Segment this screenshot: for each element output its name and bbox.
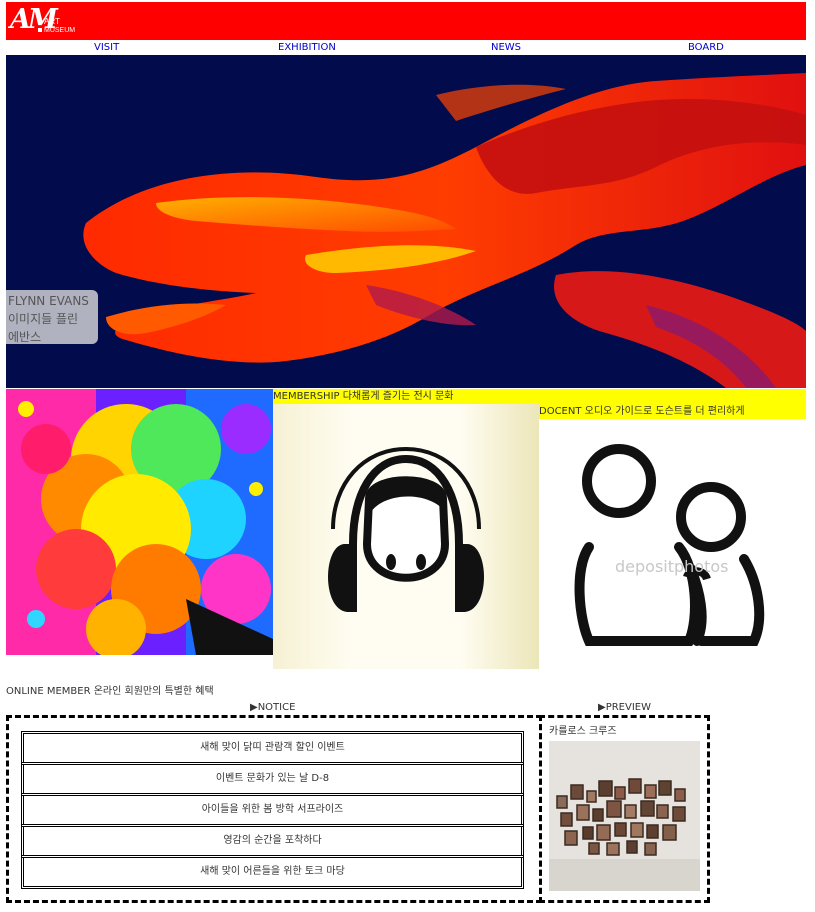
hero-paint-artwork xyxy=(83,73,806,388)
docent-tile[interactable]: depositphotos xyxy=(539,419,806,669)
hero-banner[interactable]: FLYNN EVANS 이미지들 플린 에반스 xyxy=(6,55,806,388)
preview-caption: 카를로스 크루즈 xyxy=(549,726,617,737)
nav-item-exhibition[interactable]: EXHIBITION xyxy=(278,41,336,54)
nav-item-visit[interactable]: VISIT xyxy=(94,41,119,54)
main-nav: VISIT EXHIBITION NEWS BOARD xyxy=(6,40,806,55)
hero-caption-line1: FLYNN EVANS xyxy=(8,294,89,308)
docent-label[interactable]: DOCENT 오디오 가이드로 도슨트를 더 편리하게 xyxy=(539,404,806,419)
notice-title[interactable]: ▶NOTICE xyxy=(250,701,295,715)
notice-item[interactable]: 아이들을 위한 봄 방학 서프라이즈 xyxy=(21,793,524,827)
hero-caption-line2: 이미지들 플린 xyxy=(8,312,79,326)
preview-image[interactable] xyxy=(549,741,700,891)
hero-caption: FLYNN EVANS 이미지들 플린 에반스 xyxy=(6,290,98,344)
notice-panel: 새해 맞이 닭띠 관람객 할인 이벤트 이벤트 문화가 있는 날 D-8 아이들… xyxy=(6,715,542,903)
notice-item[interactable]: 이벤트 문화가 있는 날 D-8 xyxy=(21,762,524,796)
docent-people-icon xyxy=(574,444,765,646)
hero-caption-line3: 에반스 xyxy=(8,330,42,344)
notice-item[interactable]: 새해 맞이 닭띠 관람객 할인 이벤트 xyxy=(21,731,524,765)
nav-item-board[interactable]: BOARD xyxy=(688,41,724,54)
membership-label[interactable]: MEMBERSHIP 다채롭게 즐기는 전시 문화 xyxy=(273,389,806,404)
logo-text-art: ART xyxy=(44,17,60,26)
color-splash-image xyxy=(6,389,273,655)
depositphotos-watermark: depositphotos xyxy=(615,557,729,576)
site-header: AM ART MUSEUM xyxy=(6,2,806,40)
museum-logo[interactable]: AM ART MUSEUM xyxy=(10,5,80,39)
splash-artwork[interactable] xyxy=(6,389,273,655)
logo-dot xyxy=(38,28,42,32)
frames-wall-image xyxy=(549,741,700,891)
nav-item-news[interactable]: NEWS xyxy=(491,41,521,54)
headphone-person-icon xyxy=(328,446,484,612)
preview-panel: 카를로스 크루즈 xyxy=(539,715,710,903)
notice-item[interactable]: 영감의 순간을 포착하다 xyxy=(21,824,524,858)
logo-text-museum: MUSEUM xyxy=(44,27,76,34)
notice-item[interactable]: 새해 맞이 어른들을 위한 토크 마당 xyxy=(21,855,524,889)
online-member-label[interactable]: ONLINE MEMBER 온라인 회원만의 특별한 혜택 xyxy=(6,685,214,699)
preview-title[interactable]: ▶PREVIEW xyxy=(598,701,651,715)
membership-tile[interactable] xyxy=(273,404,539,669)
